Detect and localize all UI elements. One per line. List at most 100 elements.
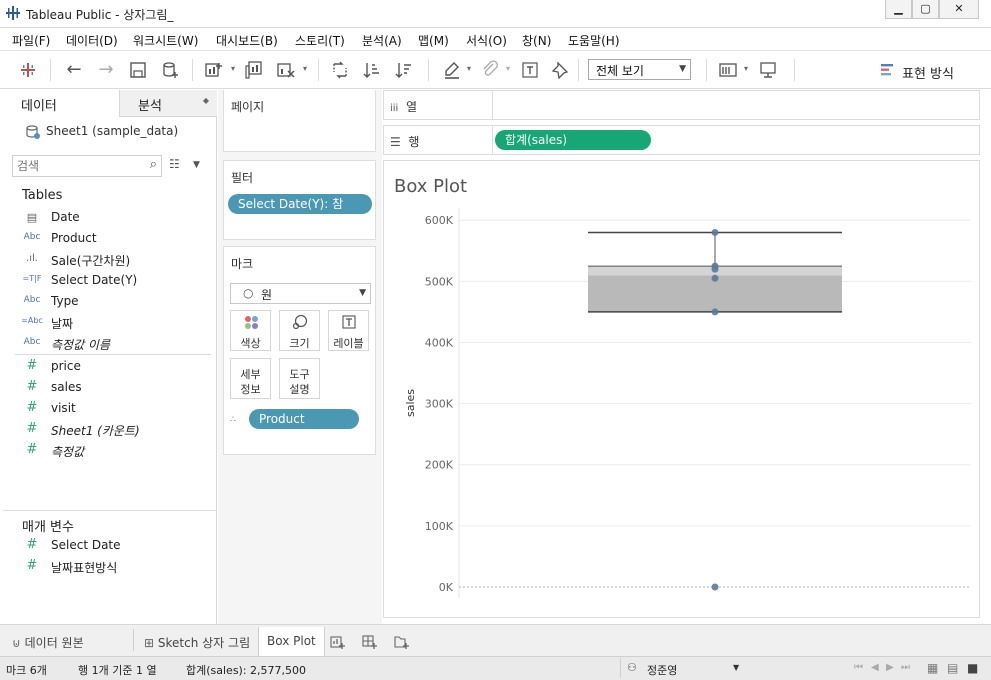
tab-analysis[interactable]: 분석 ◆ <box>119 90 217 117</box>
title-bar: Tableau Public - 상자그림_ ▁ ▢ ✕ <box>0 0 991 28</box>
y-axis-title: sales <box>404 389 417 417</box>
first-page-icon[interactable]: ⏮ <box>854 662 863 673</box>
toolbar-separator <box>50 59 51 81</box>
last-page-icon[interactable]: ⏭ <box>901 662 910 673</box>
tab-datasource[interactable]: ⊍ 데이터 원본 <box>4 629 92 655</box>
color-button[interactable]: 색상 <box>230 310 271 351</box>
menu-data[interactable]: 데이터(D) <box>66 32 118 49</box>
menu-dashboard[interactable]: 대시보드(B) <box>216 32 278 49</box>
redo-icon[interactable]: → <box>96 60 116 80</box>
data-point <box>711 274 719 282</box>
tab-box-plot[interactable]: Box Plot <box>258 627 325 657</box>
filters-card-title: 필터 <box>231 171 254 185</box>
sheet-tab-bar: ⊍ 데이터 원본 ⊞ Sketch 상자 그림 Box Plot <box>0 624 991 657</box>
label-button[interactable]: 레이블 <box>328 310 369 351</box>
new-story-icon[interactable] <box>394 634 410 650</box>
swap-rows-columns-icon[interactable] <box>330 60 350 80</box>
y-tick-label: 0K <box>439 581 454 594</box>
measure-icon: # <box>26 400 38 415</box>
pane-menu-icon[interactable]: ◆ <box>203 96 209 105</box>
filmstrip-icon[interactable]: ▤ <box>947 661 958 675</box>
new-worksheet-icon[interactable] <box>204 60 224 80</box>
string-type-icon: Abc <box>23 232 41 242</box>
show-mark-labels-icon[interactable] <box>520 60 540 80</box>
y-tick-label: 600K <box>425 214 454 227</box>
next-page-icon[interactable]: ▶ <box>886 662 894 673</box>
pages-card[interactable]: 페이지 <box>223 90 376 152</box>
user-menu[interactable]: ⚇ 정준영 ▼ <box>620 658 744 678</box>
show-cards-icon[interactable] <box>718 60 738 80</box>
view-options-dropdown-icon[interactable]: ▼ <box>193 160 200 170</box>
size-button[interactable]: 크기 <box>279 310 320 351</box>
detail-pill-product[interactable]: Product <box>249 409 359 429</box>
duplicate-sheet-icon[interactable] <box>244 60 264 80</box>
y-tick-label: 200K <box>425 459 454 472</box>
toolbar-separator <box>192 59 193 81</box>
new-datasource-icon[interactable] <box>160 60 180 80</box>
measure-icon: # <box>26 442 38 457</box>
tab-sketch-box-plot[interactable]: ⊞ Sketch 상자 그림 <box>136 629 258 655</box>
highlight-icon[interactable] <box>442 60 462 80</box>
menu-format[interactable]: 서식(O) <box>466 32 507 49</box>
tab-divider <box>133 629 134 651</box>
clear-sheet-icon[interactable] <box>276 60 296 80</box>
mark-type-select[interactable]: ○ 원 ▼ <box>230 283 371 304</box>
tooltip-button[interactable]: 도구 설명 <box>279 358 320 399</box>
clear-sheet-dropdown-icon[interactable]: ▾ <box>303 64 307 73</box>
new-worksheet-dropdown-icon[interactable]: ▾ <box>231 64 235 73</box>
tableau-home-icon[interactable] <box>18 60 38 80</box>
detail-label-line2: 정보 <box>240 383 261 396</box>
normal-view-icon[interactable]: ■ <box>967 661 978 675</box>
menu-file[interactable]: 파일(F) <box>12 32 50 49</box>
chevron-down-icon: ▼ <box>679 64 686 74</box>
y-tick-label: 500K <box>425 275 454 288</box>
list-view-icon[interactable]: ☷ <box>169 157 180 171</box>
new-worksheet-icon[interactable] <box>330 634 346 650</box>
menu-worksheet[interactable]: 워크시트(W) <box>133 32 198 49</box>
data-point <box>711 308 719 316</box>
maximize-icon[interactable]: ▢ <box>912 0 939 19</box>
sort-descending-icon[interactable] <box>394 60 414 80</box>
tableau-logo-icon <box>6 6 20 20</box>
measure-icon: # <box>26 379 38 394</box>
menu-help[interactable]: 도움말(H) <box>568 32 620 49</box>
tab-data[interactable]: 데이터 <box>3 90 119 117</box>
group-members-icon[interactable] <box>480 60 500 80</box>
columns-shelf-label: iii 열 <box>390 100 418 114</box>
detail-button[interactable]: 세부 정보 <box>230 358 271 399</box>
show-cards-dropdown-icon[interactable]: ▾ <box>744 64 748 73</box>
sheet-sorter-icon[interactable]: ▦ <box>927 661 938 675</box>
search-input[interactable] <box>17 158 137 174</box>
undo-icon[interactable]: ← <box>64 60 84 80</box>
rows-shelf[interactable]: ☰ 행 합계(sales) <box>383 125 980 155</box>
fit-view-select[interactable]: 전체 보기 ▼ <box>588 59 691 80</box>
group-dropdown-icon[interactable]: ▾ <box>506 64 510 73</box>
rows-pill-sum-sales[interactable]: 합계(sales) <box>495 130 651 150</box>
close-icon[interactable]: ✕ <box>939 0 979 19</box>
show-me-icon <box>881 64 893 76</box>
search-field[interactable]: ⌕ <box>12 155 162 177</box>
menu-map[interactable]: 맵(M) <box>418 32 449 49</box>
status-marks: 마크 6개 <box>6 664 47 677</box>
circle-mark-icon: ○ <box>243 286 254 300</box>
columns-shelf[interactable]: iii 열 <box>383 90 980 120</box>
datasource-name[interactable]: Sheet1 (sample_data) <box>46 124 178 138</box>
minimize-icon[interactable]: ▁ <box>885 0 912 19</box>
pin-axes-icon[interactable] <box>550 60 570 80</box>
highlight-dropdown-icon[interactable]: ▾ <box>467 64 471 73</box>
presentation-mode-icon[interactable] <box>758 60 778 80</box>
sort-ascending-icon[interactable] <box>362 60 382 80</box>
rows-shelf-label: ☰ 행 <box>390 135 420 149</box>
filters-card[interactable]: 필터 Select Date(Y): 참 <box>223 160 376 240</box>
menu-window[interactable]: 창(N) <box>522 32 551 49</box>
data-point <box>711 583 719 591</box>
rows-icon: ☰ <box>390 135 401 149</box>
filter-pill-select-date[interactable]: Select Date(Y): 참 <box>228 194 372 214</box>
new-dashboard-icon[interactable] <box>362 634 378 650</box>
calendar-icon: ▤ <box>26 211 38 224</box>
menu-analysis[interactable]: 분석(A) <box>362 32 402 49</box>
mark-type-value: 원 <box>261 288 273 302</box>
menu-story[interactable]: 스토리(T) <box>295 32 345 49</box>
save-icon[interactable] <box>128 60 148 80</box>
prev-page-icon[interactable]: ◀ <box>871 662 879 673</box>
